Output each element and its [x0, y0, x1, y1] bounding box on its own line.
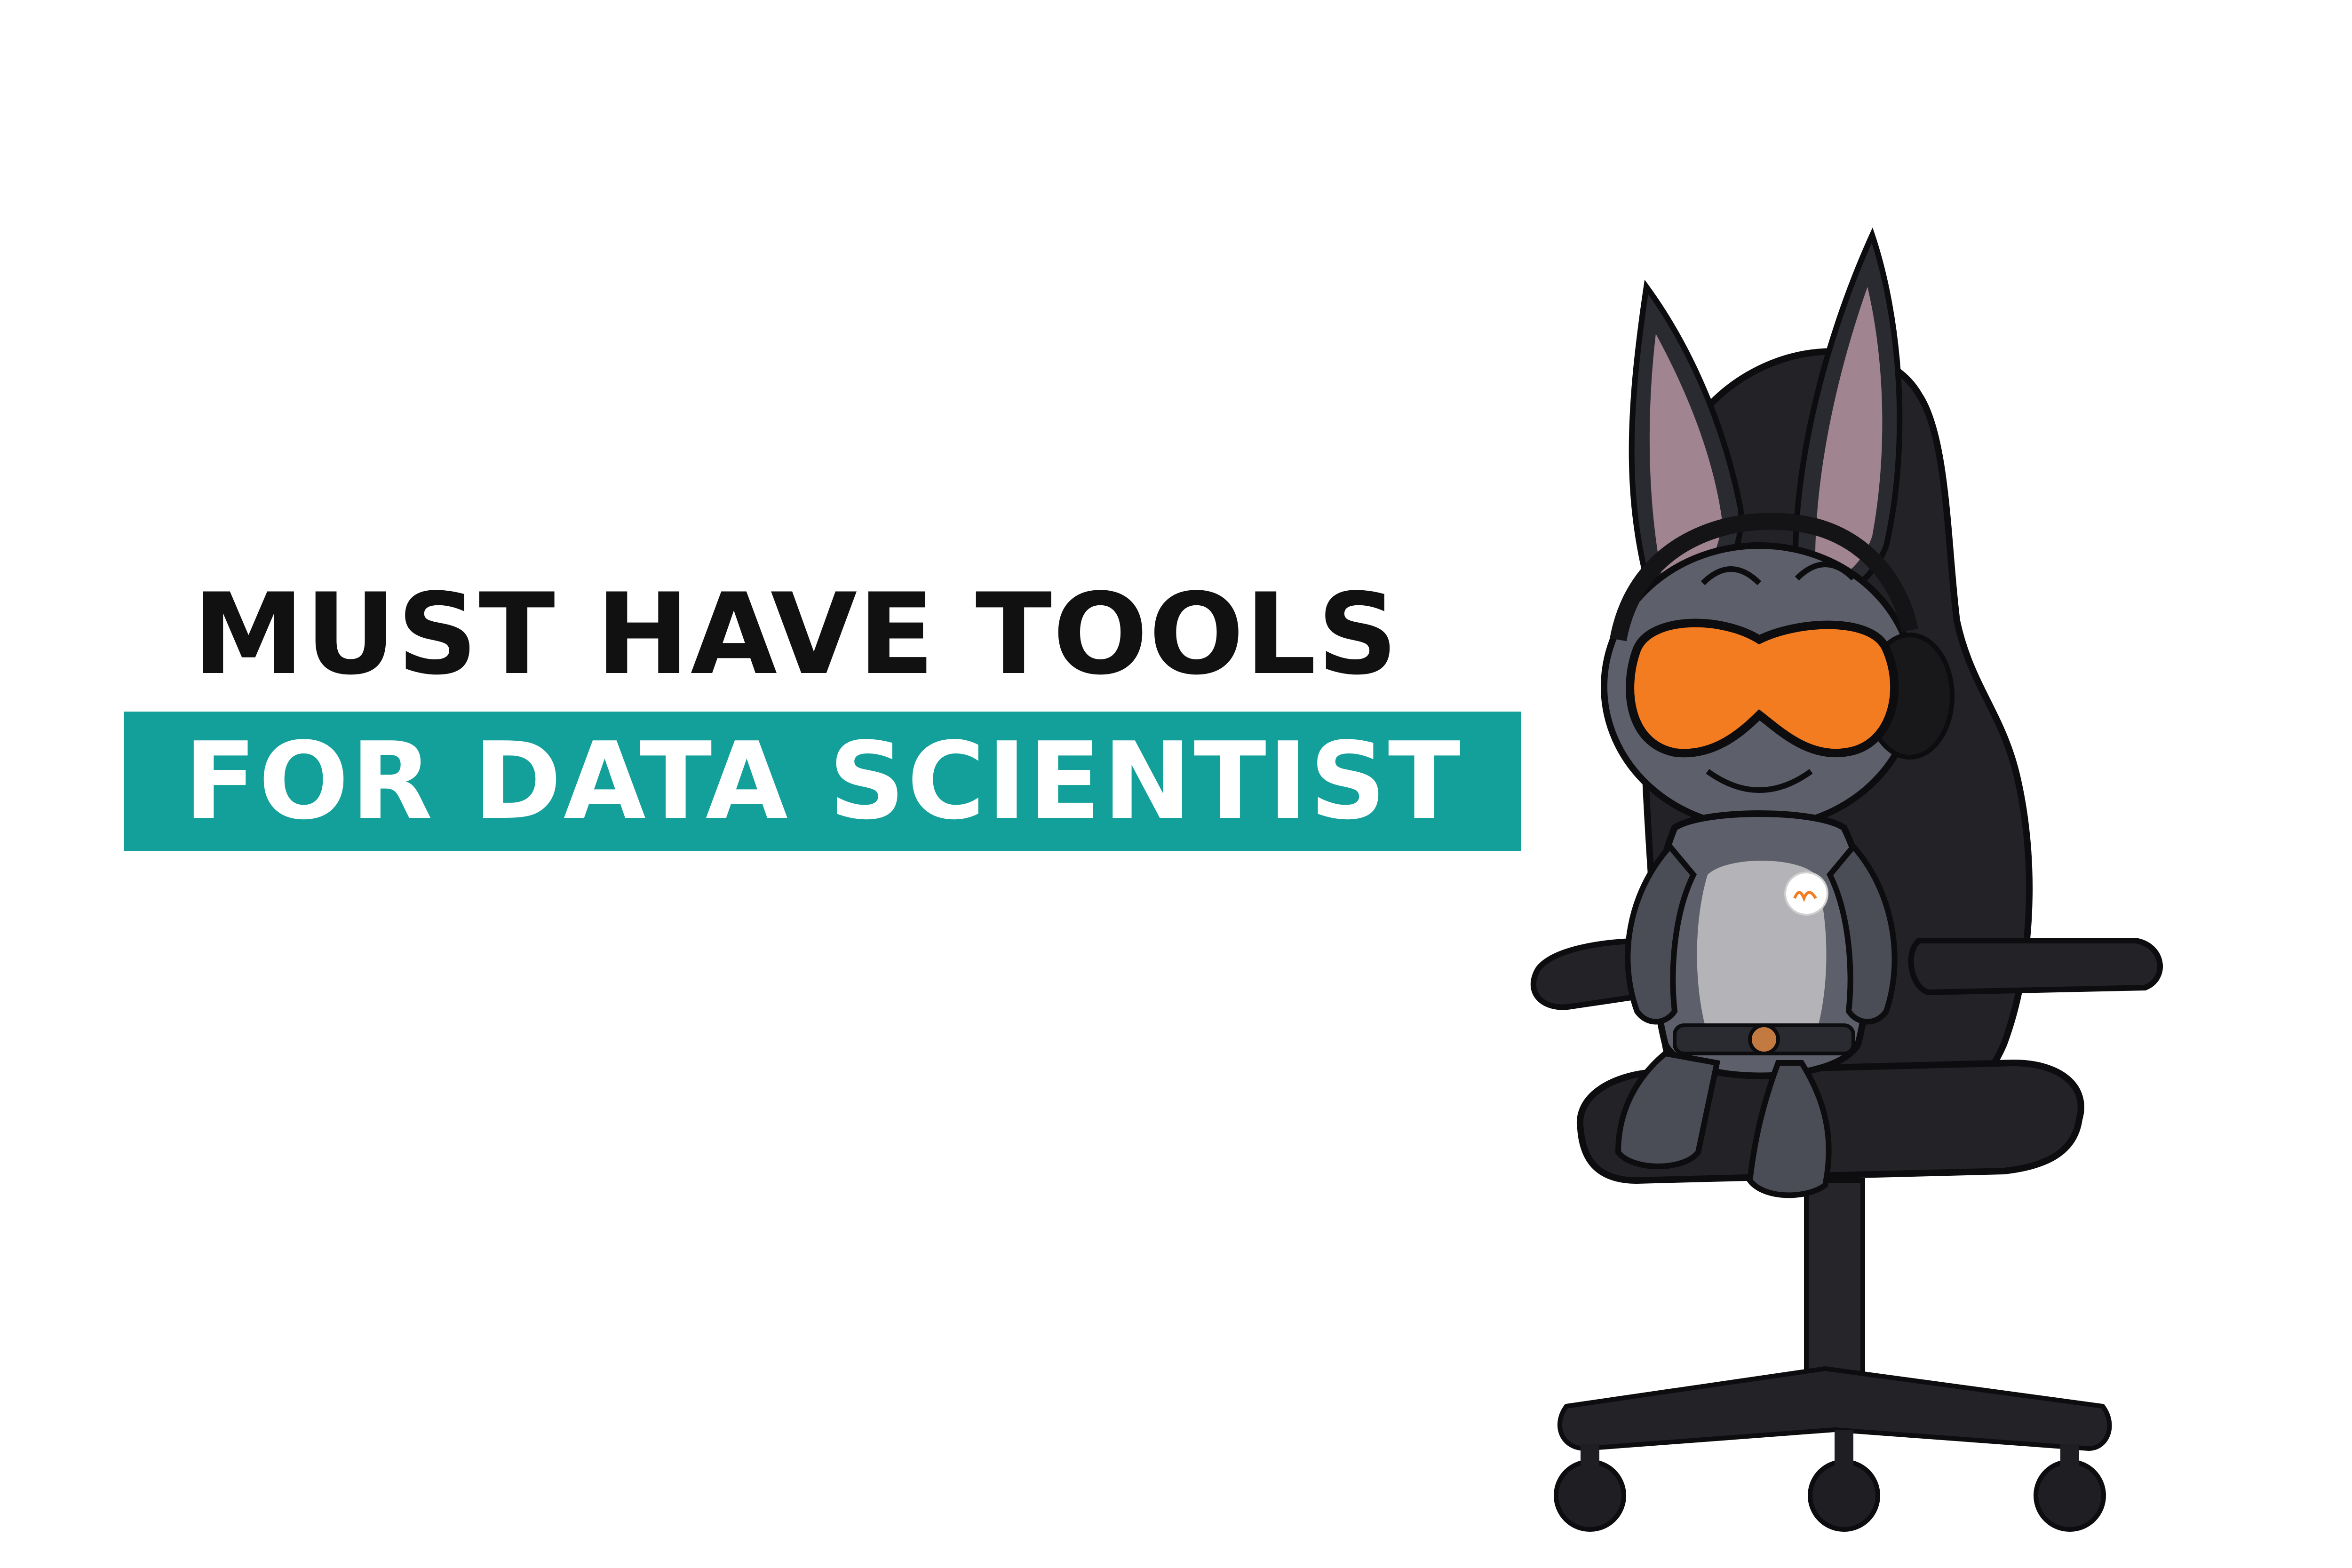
belt-buckle — [1748, 1023, 1780, 1055]
mascot-illustration — [1496, 216, 2324, 1543]
chair-wheel — [2034, 1459, 2106, 1532]
chair-wheel — [1554, 1459, 1626, 1532]
headline-line1: MUST HAVE TOOLS — [193, 570, 1399, 700]
headline-line2: FOR DATA SCIENTIST — [184, 720, 1462, 843]
chair-wheel — [1808, 1459, 1880, 1532]
chair-caster-stem — [1581, 1444, 1599, 1467]
chair-caster-stem — [2060, 1444, 2079, 1467]
chair-caster-stem — [1835, 1430, 1853, 1467]
chair-right-armrest — [1908, 938, 2163, 996]
banner-page: MUST HAVE TOOLS FOR DATA SCIENTIST — [0, 0, 2352, 1568]
chair-gas-lift — [1804, 1178, 1865, 1390]
